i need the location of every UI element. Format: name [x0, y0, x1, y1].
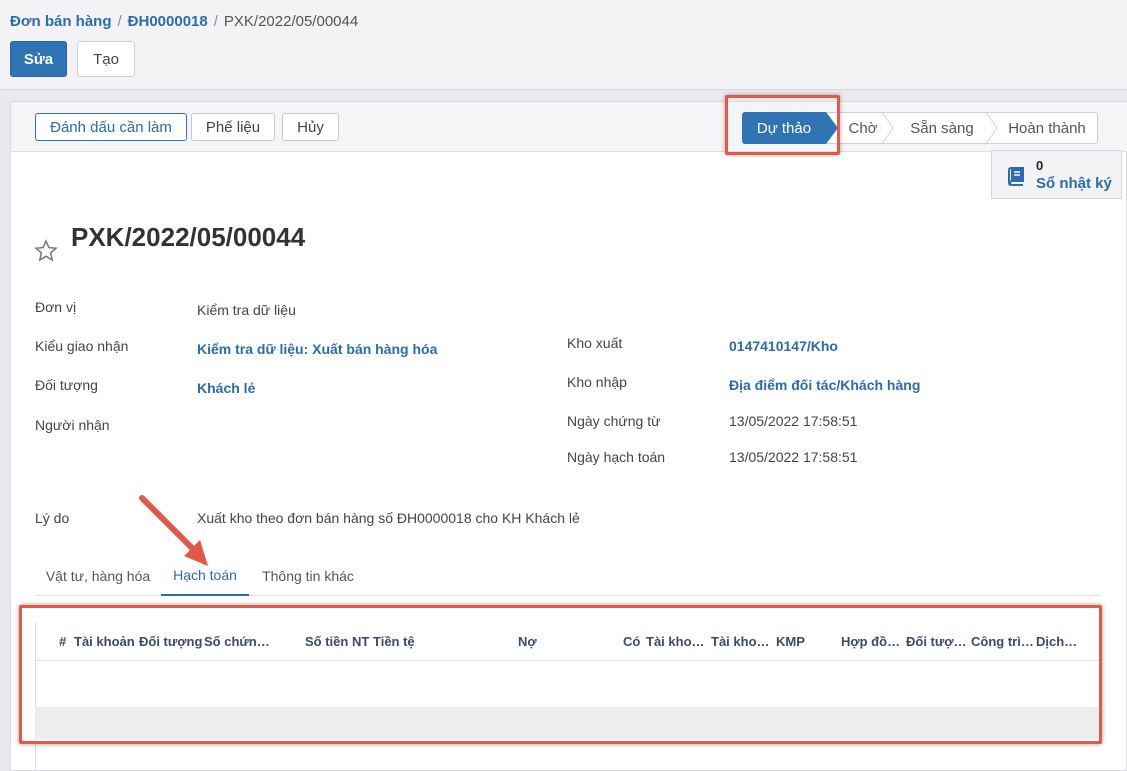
field-value-partner[interactable]: Khách lẻ [197, 380, 255, 396]
field-value-accounting-date[interactable]: 13/05/2022 17:58:51 [729, 449, 857, 465]
field-value-delivery-type[interactable]: Kiểm tra dữ liệu: Xuất bán hàng hóa [197, 341, 437, 357]
field-label-partner: Đối tượng [35, 377, 98, 393]
tab-other-info[interactable]: Thông tin khác [249, 556, 367, 596]
field-value-reason[interactable]: Xuất kho theo đơn bán hàng số ĐH0000018 … [197, 510, 580, 526]
field-label-accounting-date: Ngày hạch toán [567, 449, 666, 465]
edit-button[interactable]: Sửa [10, 41, 67, 77]
field-label-receiver: Người nhận [35, 417, 110, 433]
chevron-divider [986, 112, 998, 144]
breadcrumb: Đơn bán hàng / ĐH0000018/PXK/2022/05/00044 [10, 13, 359, 30]
journal-count: 0 [1036, 158, 1044, 173]
stage-ready[interactable]: Sẵn sàng [901, 112, 983, 144]
stage-waiting[interactable]: Chờ [838, 112, 888, 144]
field-value-destination-warehouse[interactable]: Địa điểm đối tác/Khách hàng [729, 377, 920, 393]
cancel-button[interactable]: Hủy [282, 113, 339, 141]
grid-highlight-annotation [19, 605, 1102, 744]
field-value-unit[interactable]: Kiểm tra dữ liệu [197, 302, 296, 318]
field-label-unit: Đơn vị [35, 299, 77, 315]
arrow-annotation-icon [139, 495, 208, 566]
control-panel: Đơn bán hàng / ĐH0000018/PXK/2022/05/00044… [0, 0, 1127, 90]
scrap-button[interactable]: Phế liệu [191, 113, 275, 141]
journal-label: Sổ nhật ký [1036, 175, 1112, 192]
chevron-divider [882, 112, 894, 144]
field-value-source-warehouse[interactable]: 0147410147/Kho [729, 338, 838, 354]
breadcrumb-current: PXK/2022/05/00044 [223, 13, 359, 30]
create-button[interactable]: Tạo [77, 41, 135, 77]
star-icon[interactable] [34, 239, 58, 263]
stage-highlight-annotation [725, 95, 840, 155]
breadcrumb-parent[interactable]: ĐH0000018 [128, 13, 208, 30]
field-label-delivery-type: Kiểu giao nhận [35, 338, 129, 354]
field-value-document-date[interactable]: 13/05/2022 17:58:51 [729, 413, 857, 429]
field-label-reason: Lý do [35, 510, 70, 526]
record-title: PXK/2022/05/00044 [71, 222, 306, 252]
breadcrumb-root[interactable]: Đơn bán hàng [10, 13, 112, 30]
field-label-document-date: Ngày chứng từ [567, 413, 661, 429]
stage-done[interactable]: Hoàn thành [1001, 112, 1093, 144]
book-icon [1008, 167, 1024, 186]
mark-todo-button[interactable]: Đánh dấu cần làm [35, 113, 187, 141]
field-label-source-warehouse: Kho xuất [567, 335, 623, 351]
field-label-destination-warehouse: Kho nhập [567, 374, 627, 390]
journal-smart-button[interactable]: 0 Sổ nhật ký [991, 150, 1122, 199]
statusbar: Đánh dấu cần làm Phế liệu Hủy Dự thảo Ch… [11, 102, 1127, 152]
